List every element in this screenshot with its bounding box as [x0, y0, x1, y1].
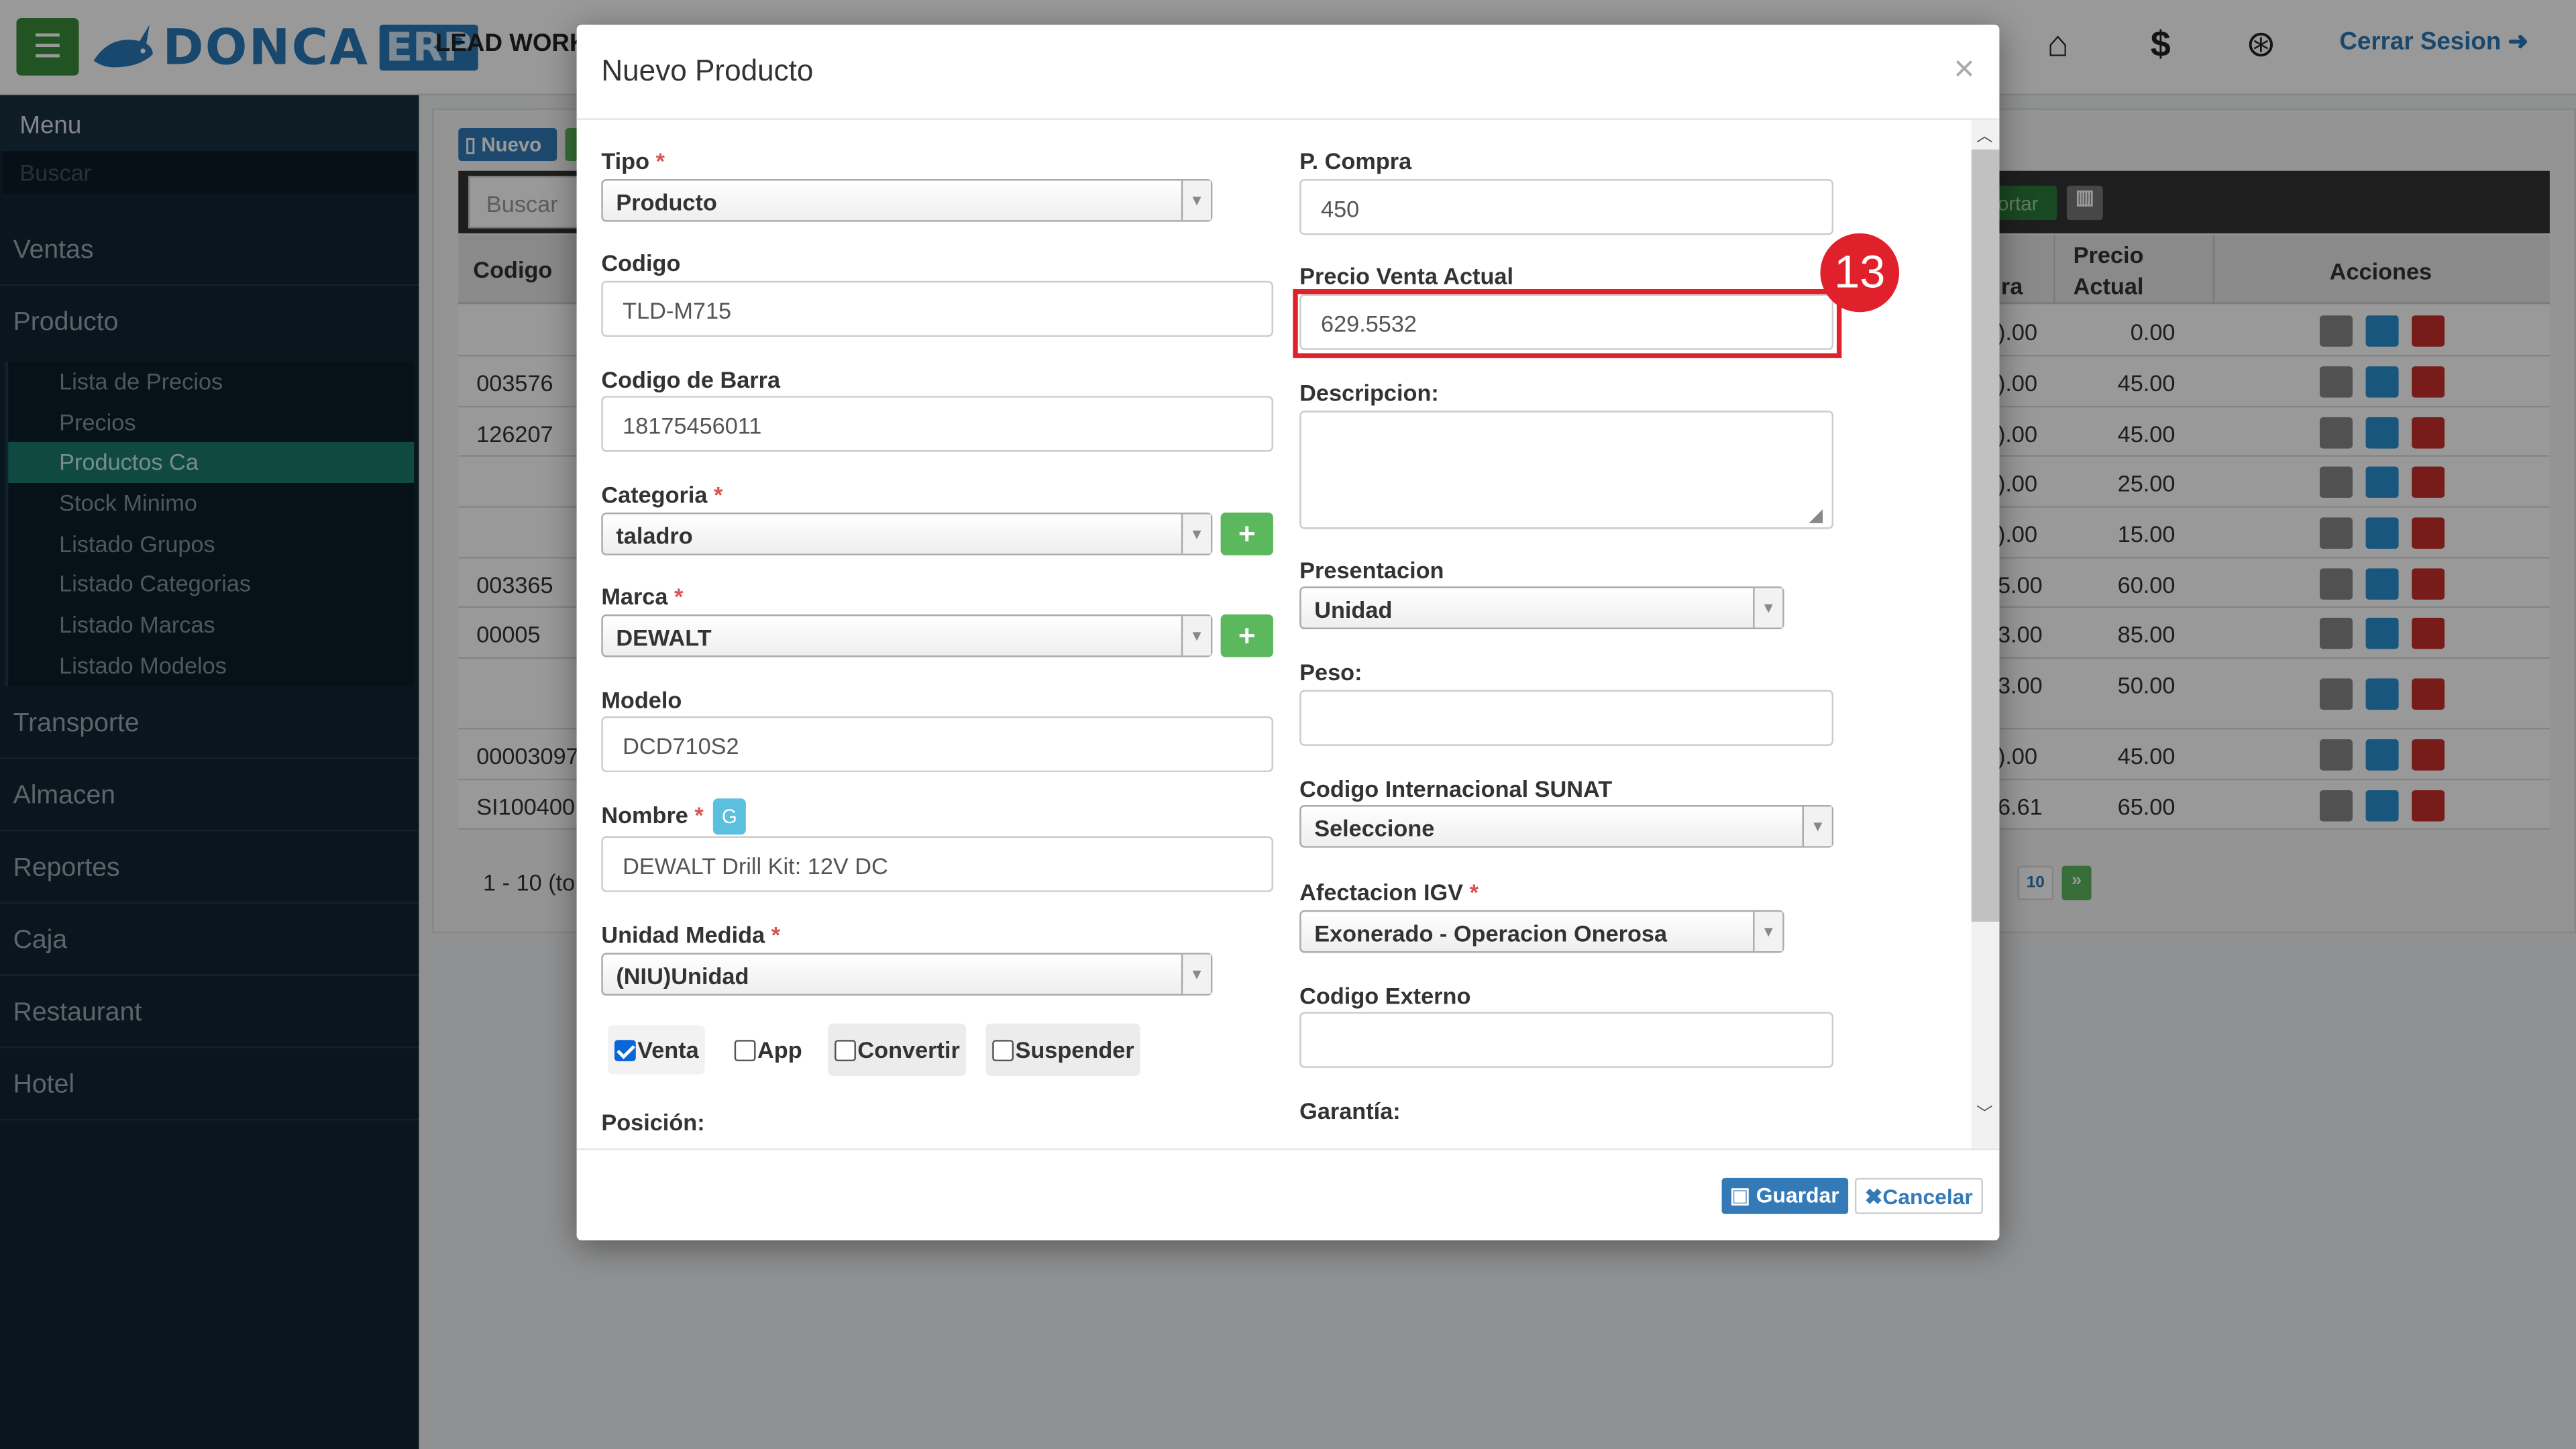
p-compra-label: P. Compra	[1299, 148, 1412, 174]
afectacion-igv-select[interactable]: Exonerado - Operacion Onerosa ▼	[1299, 910, 1784, 953]
p-compra-input[interactable]: 450	[1299, 178, 1834, 235]
step-badge: 13	[1820, 233, 1900, 313]
chevron-down-icon: ▼	[1181, 180, 1211, 221]
modal-body: Tipo * Producto ▼ Codigo TLD-M715 Codigo …	[577, 119, 2000, 1148]
codigo-input[interactable]: TLD-M715	[601, 280, 1273, 337]
nombre-label-text: Nombre	[601, 802, 688, 828]
required-marker: *	[694, 802, 704, 828]
modal-header: Nuevo Producto ×	[576, 25, 2000, 120]
descripcion-textarea[interactable]	[1299, 411, 1834, 529]
categoria-label-text: Categoria	[601, 481, 708, 508]
modal-title: Nuevo Producto	[601, 54, 814, 87]
app-checkbox-label: App	[757, 1036, 802, 1063]
venta-checkbox[interactable]: Venta	[608, 1025, 706, 1075]
resize-handle-icon[interactable]: ◢	[1809, 504, 1823, 525]
presentacion-select[interactable]: Unidad ▼	[1299, 586, 1784, 629]
codigo-externo-input[interactable]	[1299, 1012, 1834, 1068]
sunat-label: Codigo Internacional SUNAT	[1299, 775, 1613, 802]
chevron-down-icon: ▼	[1181, 514, 1211, 554]
cancelar-button[interactable]: ✖Cancelar	[1854, 1177, 1983, 1214]
marca-select-value: DEWALT	[616, 624, 712, 651]
suspender-checkbox-label: Suspender	[1015, 1036, 1134, 1063]
suspender-checkbox[interactable]: Suspender	[985, 1023, 1141, 1077]
nombre-label: Nombre *	[601, 802, 703, 828]
app-screen: ☰ DONCA ERP LEAD WORK ⌂ $ ⊛ Cerrar Sesio…	[0, 0, 2576, 1449]
unidad-label-text: Unidad Medida	[601, 921, 765, 949]
categoria-select[interactable]: taladro ▼	[601, 513, 1213, 555]
convertir-checkbox[interactable]: Convertir	[828, 1023, 967, 1077]
sunat-select-value: Seleccione	[1314, 814, 1435, 841]
marca-label-text: Marca	[601, 583, 668, 610]
google-g-button[interactable]: G	[712, 798, 746, 835]
checkbox-icon	[734, 1038, 756, 1061]
scrollbar-thumb[interactable]	[1971, 149, 2000, 922]
peso-input[interactable]	[1299, 690, 1834, 746]
presentacion-select-value: Unidad	[1314, 596, 1393, 623]
guardar-button[interactable]: ▣ Guardar	[1721, 1177, 1847, 1214]
categoria-select-value: taladro	[616, 522, 693, 549]
nuevo-producto-modal: Nuevo Producto × Tipo * Producto ▼ Codigo…	[576, 24, 2000, 1240]
garantia-label: Garantía:	[1299, 1097, 1401, 1124]
tipo-label: Tipo *	[601, 148, 665, 174]
sunat-select[interactable]: Seleccione ▼	[1299, 805, 1834, 848]
tipo-select[interactable]: Producto ▼	[601, 178, 1213, 222]
chevron-down-icon: ▼	[1753, 588, 1783, 628]
app-checkbox[interactable]: App	[727, 1025, 809, 1075]
required-marker: *	[771, 921, 781, 949]
descripcion-label: Descripcion:	[1299, 379, 1439, 406]
modelo-label: Modelo	[601, 686, 682, 713]
venta-checkbox-label: Venta	[637, 1036, 699, 1063]
convertir-checkbox-label: Convertir	[857, 1036, 960, 1063]
guardar-label: Guardar	[1756, 1183, 1839, 1208]
chevron-down-icon: ▼	[1181, 954, 1211, 994]
marca-label: Marca *	[601, 583, 683, 609]
modelo-input[interactable]: DCD710S2	[601, 716, 1273, 773]
igv-select-value: Exonerado - Operacion Onerosa	[1314, 920, 1668, 947]
checkbox-icon	[992, 1038, 1014, 1061]
unidad-medida-label: Unidad Medida *	[601, 922, 780, 948]
highlight-box	[1293, 289, 1842, 358]
posicion-label: Posición:	[601, 1109, 705, 1136]
unidad-select-value: (NIU)Unidad	[616, 963, 749, 989]
presentacion-label: Presentacion	[1299, 557, 1444, 584]
codigo-barra-label: Codigo de Barra	[601, 366, 781, 393]
chevron-down-icon: ▼	[1802, 806, 1832, 847]
required-marker: *	[1469, 879, 1479, 906]
afectacion-igv-label: Afectacion IGV *	[1299, 879, 1479, 905]
chevron-down-icon: ▼	[1753, 912, 1783, 951]
igv-label-text: Afectacion IGV	[1299, 879, 1464, 906]
tipo-select-value: Producto	[616, 189, 717, 215]
codigo-label: Codigo	[601, 250, 681, 276]
save-icon: ▣	[1729, 1183, 1750, 1208]
checkbox-checked-icon	[614, 1038, 636, 1061]
close-icon[interactable]: ×	[1953, 48, 1974, 91]
required-marker: *	[714, 481, 723, 508]
categoria-label: Categoria *	[601, 482, 722, 508]
codigo-externo-label: Codigo Externo	[1299, 982, 1471, 1009]
add-categoria-button[interactable]: +	[1220, 513, 1273, 555]
codigo-barra-input[interactable]: 18175456011	[601, 396, 1273, 452]
scroll-down-icon[interactable]: ﹀	[1976, 1099, 1992, 1124]
precio-venta-label: Precio Venta Actual	[1299, 262, 1514, 290]
unidad-medida-select[interactable]: (NIU)Unidad ▼	[601, 953, 1213, 996]
cancelar-label: Cancelar	[1882, 1184, 1973, 1210]
checkbox-icon	[835, 1038, 856, 1061]
marca-select[interactable]: DEWALT ▼	[601, 614, 1213, 657]
required-marker: *	[655, 148, 665, 174]
nombre-input[interactable]: DEWALT Drill Kit: 12V DC	[601, 836, 1273, 892]
scroll-up-icon[interactable]: ︿	[1976, 121, 1992, 146]
modal-footer: ▣ Guardar ✖Cancelar	[576, 1148, 2000, 1240]
cancel-icon: ✖	[1864, 1184, 1883, 1210]
tipo-label-text: Tipo	[601, 148, 650, 174]
peso-label: Peso:	[1299, 659, 1362, 686]
required-marker: *	[674, 583, 684, 610]
add-marca-button[interactable]: +	[1220, 614, 1273, 657]
chevron-down-icon: ▼	[1181, 616, 1211, 656]
